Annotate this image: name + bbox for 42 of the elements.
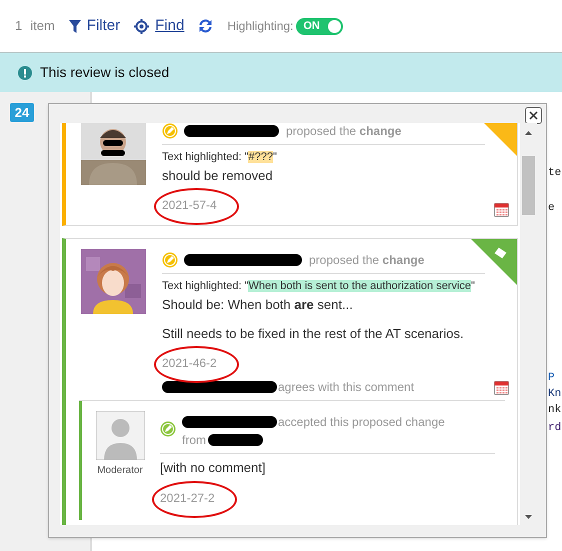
code-text: e bbox=[548, 201, 555, 215]
find-button[interactable]: Find bbox=[134, 14, 184, 38]
refresh-button[interactable] bbox=[198, 19, 214, 33]
code-text: P bbox=[548, 371, 555, 385]
reply-action: accepted this proposed change bbox=[278, 414, 445, 431]
role-label: Moderator bbox=[97, 464, 143, 478]
close-icon bbox=[529, 111, 538, 120]
comment-text: should be removed bbox=[162, 167, 274, 185]
item-count: 1 bbox=[15, 17, 22, 36]
filter-button[interactable]: Filter bbox=[68, 14, 120, 38]
comment-date: 2021-46-2 bbox=[162, 356, 217, 370]
filter-icon bbox=[68, 20, 81, 32]
comment-date: 2021-27-2 bbox=[160, 491, 215, 505]
redaction-mark bbox=[208, 434, 263, 446]
comment-text: Should be: When both are sent... bbox=[162, 296, 354, 314]
highlighted-text: Text highlighted: "When both is sent to the authorization service" bbox=[162, 279, 476, 294]
from-label: from bbox=[182, 432, 206, 449]
comment-date: 2021-57-4 bbox=[162, 198, 217, 212]
comment-text: Still needs to be fixed in the rest of the AT scenarios. bbox=[162, 325, 465, 343]
comment-action: proposed the change bbox=[286, 123, 402, 140]
banner-text: This review is closed bbox=[40, 63, 170, 82]
scroll-thumb[interactable] bbox=[522, 156, 535, 215]
highlighting-label: Highlighting: bbox=[227, 18, 294, 35]
close-button[interactable] bbox=[525, 107, 542, 124]
scroll-down-icon bbox=[525, 515, 532, 519]
scroll-up-icon bbox=[525, 131, 532, 135]
item-label: item bbox=[30, 17, 55, 36]
calendar-icon bbox=[494, 202, 509, 217]
code-text: te bbox=[548, 166, 562, 180]
calendar-icon bbox=[494, 380, 509, 394]
pencil-icon bbox=[162, 252, 178, 268]
refresh-icon bbox=[198, 19, 214, 33]
crosshair-icon bbox=[134, 18, 150, 34]
code-text: rd bbox=[548, 421, 562, 435]
code-text: Kn bbox=[548, 387, 562, 401]
highlighted-text: Text highlighted: "#???" bbox=[162, 150, 278, 165]
comment-action: proposed the change bbox=[309, 252, 424, 269]
reply-text: [with no comment] bbox=[160, 459, 266, 477]
pencil-icon bbox=[160, 421, 176, 437]
agree-text: agrees with this comment bbox=[278, 379, 414, 396]
code-text: nk bbox=[548, 403, 562, 417]
info-icon bbox=[18, 66, 32, 80]
